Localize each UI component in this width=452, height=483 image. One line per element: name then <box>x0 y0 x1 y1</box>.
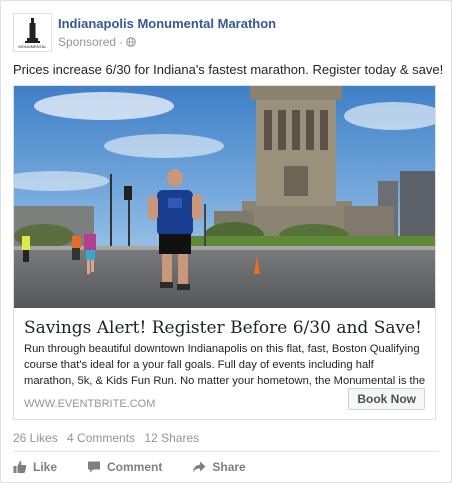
actions-divider <box>13 451 439 452</box>
like-label: Like <box>33 460 58 474</box>
book-now-button[interactable]: Book Now <box>348 388 425 410</box>
hero-image[interactable] <box>14 86 435 308</box>
page-logo[interactable]: MONUMENTAL <box>13 13 52 52</box>
link-attachment[interactable]: Savings Alert! Register Before 6/30 and … <box>13 85 436 420</box>
comment-button[interactable]: Comment <box>87 460 162 474</box>
thumbs-up-icon <box>13 461 27 473</box>
comment-label: Comment <box>107 460 163 474</box>
comment-icon <box>88 461 101 473</box>
link-description: Run through beautiful downtown Indianapo… <box>24 343 426 387</box>
sponsored-label[interactable]: Sponsored <box>58 35 116 49</box>
share-label: Share <box>212 460 246 474</box>
link-headline[interactable]: Savings Alert! Register Before 6/30 and … <box>24 318 422 338</box>
logo-wordmark: MONUMENTAL <box>18 44 47 49</box>
globe-icon <box>126 37 136 47</box>
post-message: Prices increase 6/30 for Indiana's faste… <box>13 62 444 77</box>
page-name-link[interactable]: Indianapolis Monumental Marathon <box>58 16 276 31</box>
engagement-stats: 26 Likes 4 Comments 12 Shares <box>13 431 205 445</box>
meta-separator: · <box>119 35 124 49</box>
post-actions: Like Comment Share <box>13 458 276 476</box>
likes-count[interactable]: 26 Likes <box>13 431 58 445</box>
shares-count[interactable]: 12 Shares <box>144 431 199 445</box>
like-button[interactable]: Like <box>13 460 57 474</box>
share-button[interactable]: Share <box>192 460 246 474</box>
sponsored-post-card: MONUMENTAL Indianapolis Monumental Marat… <box>0 0 452 483</box>
sponsored-meta: Sponsored · <box>58 35 136 49</box>
share-arrow-icon <box>193 461 206 473</box>
monument-logo-icon: MONUMENTAL <box>14 14 51 51</box>
comments-count[interactable]: 4 Comments <box>67 431 135 445</box>
marathon-runner-photo <box>14 86 435 308</box>
link-domain: WWW.EVENTBRITE.COM <box>24 398 156 410</box>
